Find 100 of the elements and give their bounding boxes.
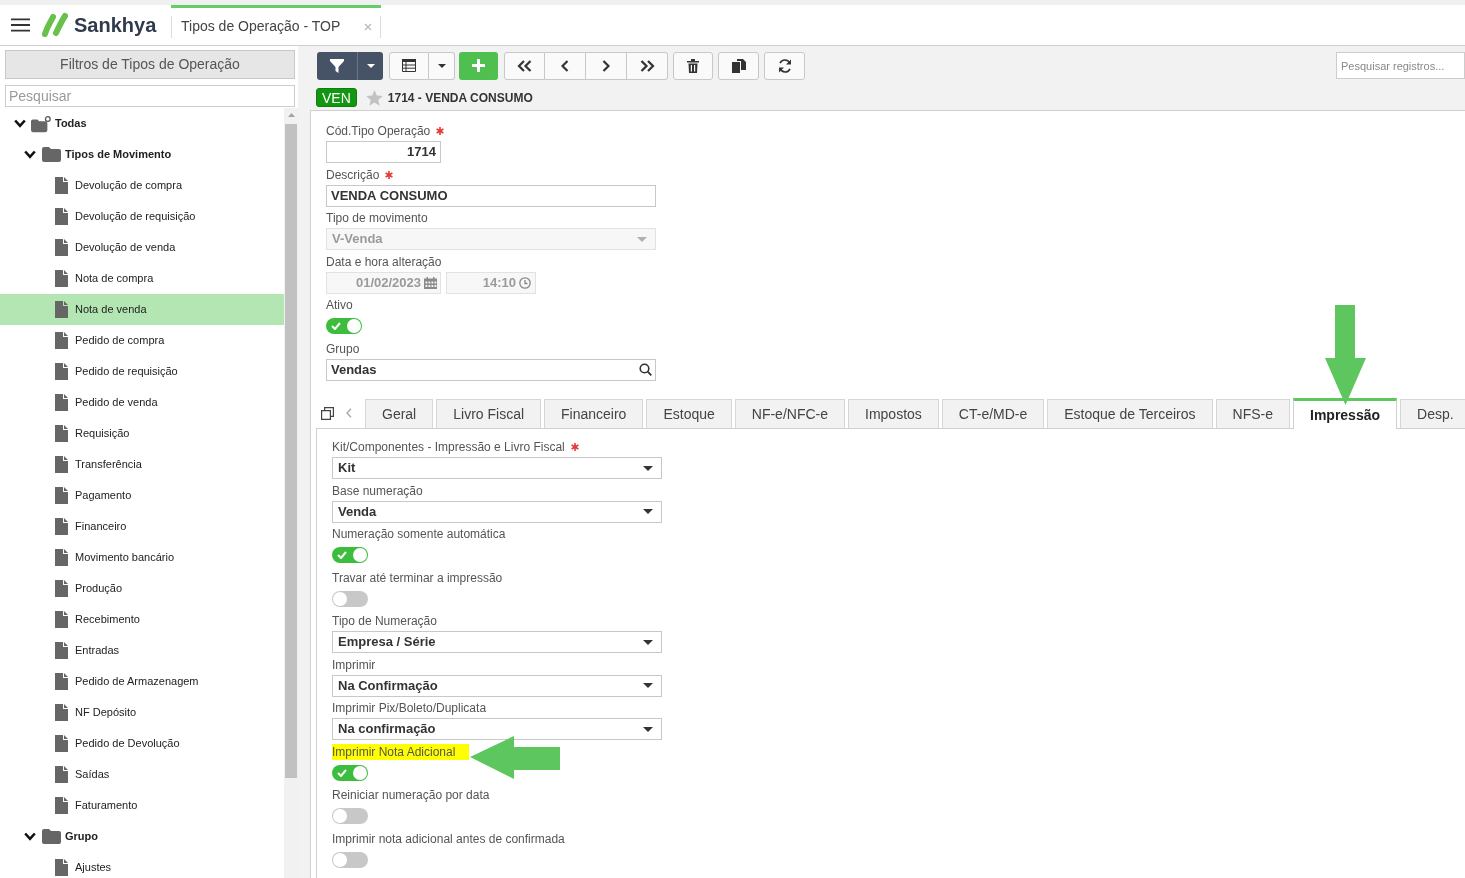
search-icon[interactable] xyxy=(639,363,652,376)
close-icon[interactable] xyxy=(364,22,372,31)
document-icon xyxy=(54,177,68,194)
caret-up-icon[interactable] xyxy=(287,113,295,117)
tab[interactable]: Geral xyxy=(365,399,434,428)
document-icon xyxy=(54,611,68,628)
field-label: Travar até terminar a impressão xyxy=(332,569,503,586)
select-field[interactable]: Na Confirmação xyxy=(332,674,662,697)
field-label: Kit/Componentes - Impressão e Livro Fiscal xyxy=(332,439,565,455)
folder-icon xyxy=(41,829,61,844)
document-icon xyxy=(54,208,68,225)
document-icon xyxy=(54,301,68,318)
field-label: Imprimir Nota Adicional xyxy=(332,743,470,760)
text-field[interactable]: VENDA CONSUMO xyxy=(326,184,656,207)
document-icon xyxy=(54,487,68,504)
check-icon xyxy=(337,768,347,777)
scrollbar[interactable] xyxy=(284,108,298,878)
document-icon xyxy=(54,859,68,876)
tab[interactable]: Estoque de Terceiros xyxy=(1047,399,1213,428)
tab[interactable]: Impostos xyxy=(848,399,939,428)
check-icon xyxy=(331,322,341,330)
field-label: Base numeração xyxy=(332,482,423,499)
chevron-down-icon[interactable] xyxy=(24,150,36,159)
chevron-right-icon xyxy=(602,59,610,72)
lookup-field[interactable]: Vendas xyxy=(326,358,656,381)
document-icon xyxy=(54,363,68,380)
chevron-down-icon[interactable] xyxy=(14,119,26,128)
caret-icon xyxy=(643,683,653,688)
document-icon xyxy=(54,673,68,690)
field-label: Ativo xyxy=(326,297,353,313)
field-label: Tipo de Numeração xyxy=(332,613,437,629)
brand-name: Sankhya xyxy=(74,15,157,35)
select-field[interactable]: Venda xyxy=(332,500,662,523)
caret-icon xyxy=(643,726,653,732)
check-icon xyxy=(337,551,347,559)
delete-button[interactable] xyxy=(673,51,713,80)
chevron-left-icon[interactable] xyxy=(346,408,352,418)
filter-panel-button[interactable]: Filtros de Tipos de Operação xyxy=(5,50,295,79)
tab[interactable]: Impressão xyxy=(1293,398,1398,429)
document-icon xyxy=(54,735,68,752)
tab[interactable]: CT-e/MD-e xyxy=(941,399,1045,428)
search-field[interactable]: Pesquisar registros... xyxy=(1336,52,1465,79)
search-field[interactable]: Pesquisar xyxy=(5,85,295,107)
add-button[interactable] xyxy=(459,51,498,80)
document-icon xyxy=(54,549,68,566)
document-icon xyxy=(54,425,68,442)
field-label: Descrição xyxy=(326,166,380,183)
caret-icon xyxy=(643,509,653,514)
caret-icon xyxy=(643,465,653,471)
copy-icon[interactable] xyxy=(321,406,334,420)
select-field[interactable]: Empresa / Série xyxy=(332,631,662,653)
field-label: Tipo de movimento xyxy=(326,210,428,226)
type-badge: VEN xyxy=(316,88,357,107)
toggle-switch[interactable] xyxy=(332,547,368,563)
table-icon xyxy=(402,59,416,72)
select-field[interactable]: Na confirmação xyxy=(332,718,662,740)
toggle-switch[interactable] xyxy=(332,851,368,868)
scrollbar-thumb[interactable] xyxy=(285,124,297,778)
document-icon xyxy=(54,642,68,659)
last-button[interactable] xyxy=(627,51,668,80)
copy-icon xyxy=(731,58,746,73)
caret-icon xyxy=(366,63,375,68)
toggle-switch[interactable] xyxy=(332,590,368,607)
document-icon xyxy=(54,270,68,287)
field-label: Imprimir xyxy=(332,656,376,673)
document-icon xyxy=(54,580,68,597)
double-chevron-right-icon xyxy=(639,59,655,72)
chevron-down-icon[interactable] xyxy=(24,832,36,841)
toggle-switch[interactable] xyxy=(326,318,362,334)
record-title: 1714 - VENDA CONSUMO xyxy=(387,89,533,107)
duplicate-button[interactable] xyxy=(718,51,759,80)
plus-icon xyxy=(472,59,485,72)
select-field[interactable]: Kit xyxy=(332,457,662,479)
first-button[interactable] xyxy=(504,51,545,80)
tree-item[interactable]: Nota de venda xyxy=(0,294,284,325)
filter-icon xyxy=(330,58,344,73)
field-label: Numeração somente automática xyxy=(332,526,506,542)
tab[interactable]: Estoque xyxy=(646,399,732,428)
caret-icon xyxy=(643,639,653,645)
number-field[interactable]: 1714 xyxy=(326,141,441,163)
double-chevron-left-icon xyxy=(517,59,532,72)
toggle-switch[interactable] xyxy=(332,764,368,781)
tab[interactable]: Desp. xyxy=(1400,399,1465,428)
dropdown-button[interactable] xyxy=(357,51,383,80)
filter-button[interactable] xyxy=(317,51,357,80)
tab[interactable]: Livro Fiscal xyxy=(436,399,542,428)
refresh-button[interactable] xyxy=(764,51,805,80)
star-icon[interactable] xyxy=(365,89,383,106)
grid-button[interactable] xyxy=(389,51,429,80)
field-label: Reiniciar numeração por data xyxy=(332,787,490,803)
refresh-icon xyxy=(777,58,792,73)
logo-icon xyxy=(41,12,69,38)
tab[interactable]: NF-e/NFC-e xyxy=(734,399,845,428)
tab[interactable]: NFS-e xyxy=(1215,399,1290,428)
menu-icon[interactable] xyxy=(11,18,30,32)
folder-icon xyxy=(31,114,51,133)
document-icon xyxy=(54,332,68,349)
caret-icon xyxy=(437,63,446,68)
tab[interactable]: Financeiro xyxy=(544,399,644,428)
toggle-switch[interactable] xyxy=(332,808,368,824)
